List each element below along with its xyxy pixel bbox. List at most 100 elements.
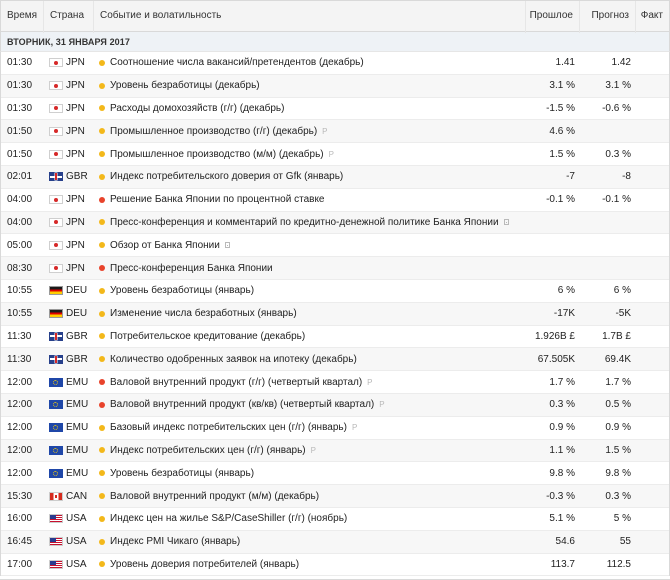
event-cell[interactable]: Промышленное производство (м/м) (декабрь… [95,149,527,160]
event-title[interactable]: Промышленное производство (м/м) (декабрь… [110,149,324,160]
event-cell[interactable]: Индекс цен на жилье S&P/CaseShiller (г/г… [95,513,527,524]
event-cell[interactable]: Уровень безработицы (декабрь) [95,80,527,91]
event-title[interactable]: Уровень безработицы (январь) [110,468,254,479]
event-title[interactable]: Индекс цен на жилье S&P/CaseShiller (г/г… [110,513,347,524]
event-country: GBR [45,331,95,342]
table-row[interactable]: 10:55 DEU Уровень безработицы (январь) 6 % 6… [1,280,669,303]
column-header-fact[interactable]: Факт [636,1,670,33]
event-cell[interactable]: Базовый индекс потребительских цен (г/г)… [95,422,527,433]
table-row[interactable]: 12:00 EMU Индекс потребительских цен (г/г)… [1,439,669,463]
event-title[interactable]: Обзор от Банка Японии [110,240,220,251]
event-title[interactable]: Промышленное производство (г/г) (декабрь… [110,126,317,137]
table-row[interactable]: 12:00 EMU Базовый индекс потребительских ц… [1,417,669,440]
preliminary-icon: P [367,377,373,387]
event-cell[interactable]: Валовой внутренний продукт (кв/кв) (четв… [95,399,527,410]
forecast-value: 0.3 % [605,490,631,502]
event-cell[interactable]: Индекс потребительского доверия от Gfk (… [95,171,527,182]
medium-volatility-dot-icon [99,105,105,112]
table-row[interactable]: 12:00 EMU Валовой внутренний продукт (кв/к… [1,393,669,417]
event-title[interactable]: Пресс-конференция Банка Японии [110,263,273,274]
table-row[interactable]: 05:00 JPN Обзор от Банка Японии [1,234,669,258]
event-title[interactable]: Расходы домохозяйств (г/г) (декабрь) [110,103,284,114]
table-row[interactable]: 17:00 USA Уровень доверия потребителей (ян… [1,554,669,577]
column-header-time[interactable]: Время [0,1,44,33]
table-row[interactable]: 01:30 JPN Уровень безработицы (декабрь) 3.1… [1,74,669,98]
column-header-previous[interactable]: Прошлое [526,1,580,33]
event-title[interactable]: Количество одобренных заявок на ипотеку … [110,354,357,365]
event-title[interactable]: Уровень доверия потребителей (январь) [110,559,299,570]
country-code: EMU [66,399,89,411]
table-row[interactable]: 12:00 EMU Валовой внутренний продукт (г/г)… [1,371,669,394]
event-title[interactable]: Валовой внутренний продукт (м/м) (декабр… [110,491,319,502]
table-row[interactable]: 01:30 JPN Соотношение числа вакансий/прете… [1,52,669,75]
previous-value: 1.7 % [549,376,575,388]
forecast-value: 1.42 [611,57,631,69]
table-row[interactable]: 02:01 GBR Индекс потребительского доверия … [1,165,669,189]
event-cell[interactable]: Валовой внутренний продукт (г/г) (четвер… [95,377,527,388]
event-title[interactable]: Индекс PMI Чикаго (январь) [110,536,240,547]
previous-value: 3.1 % [549,80,575,92]
previous-value: -1.5 % [546,102,575,114]
event-title[interactable]: Соотношение числа вакансий/претендентов … [110,57,364,68]
table-row[interactable]: 11:30 GBR Количество одобренных заявок на … [1,348,669,372]
event-title[interactable]: Индекс потребительских цен (г/г) (январь… [110,445,306,456]
table-row[interactable]: 01:50 JPN Промышленное производство (г/г) … [1,120,669,144]
event-cell[interactable]: Уровень доверия потребителей (январь) [95,559,527,570]
event-title[interactable]: Уровень безработицы (декабрь) [110,80,260,91]
table-row[interactable]: 16:45 USA Индекс PMI Чикаго (январь) 54.6 55 [1,530,669,554]
table-row[interactable]: 10:55 DEU Изменение числа безработных (янв… [1,302,669,326]
event-time: 11:30 [7,330,32,342]
previous-value: 1.5 % [549,148,575,160]
event-cell[interactable]: Обзор от Банка Японии [95,240,527,251]
table-row[interactable]: 04:00 JPN Решение Банка Японии по процентн… [1,189,669,212]
event-title[interactable]: Решение Банка Японии по процентной ставк… [110,194,325,205]
column-header-country[interactable]: Страна [44,1,94,33]
gbr-flag-icon [49,331,63,341]
column-header-forecast[interactable]: Прогноз [580,1,636,33]
event-title[interactable]: Базовый индекс потребительских цен (г/г)… [110,422,347,433]
event-cell[interactable]: Расходы домохозяйств (г/г) (декабрь) [95,103,527,114]
table-row[interactable]: 04:00 JPN Пресс-конференция и комментарий … [1,211,669,235]
event-country: DEU [45,285,95,296]
event-cell[interactable]: Решение Банка Японии по процентной ставк… [95,194,527,205]
table-row[interactable]: 16:00 USA Индекс цен на жилье S&P/CaseShil… [1,508,669,531]
table-row[interactable]: 15:30 CAN Валовой внутренний продукт (м/м)… [1,485,669,508]
event-country: GBR [45,354,95,365]
event-cell[interactable]: Уровень безработицы (январь) [95,285,527,296]
event-cell[interactable]: Пресс-конференция и комментарий по креди… [95,217,527,228]
event-title[interactable]: Пресс-конференция и комментарий по креди… [110,217,499,228]
forecast-value: -0.1 % [602,194,631,206]
event-title[interactable]: Индекс потребительского доверия от Gfk (… [110,171,343,182]
event-cell[interactable]: Соотношение числа вакансий/претендентов … [95,57,527,68]
table-row[interactable]: 01:50 JPN Промышленное производство (м/м) … [1,143,669,166]
table-row[interactable]: 11:30 GBR Потребительское кредитование (де… [1,326,669,349]
event-title[interactable]: Валовой внутренний продукт (кв/кв) (четв… [110,399,374,410]
event-cell[interactable]: Уровень безработицы (январь) [95,468,527,479]
event-title[interactable]: Валовой внутренний продукт (г/г) (четвер… [110,377,362,388]
country-code: GBR [66,330,88,342]
event-country: DEU [45,308,95,319]
emu-flag-icon [49,423,63,433]
event-cell[interactable]: Изменение числа безработных (январь) [95,308,527,319]
event-cell[interactable]: Индекс PMI Чикаго (январь) [95,536,527,547]
forecast-value: 6 % [613,285,631,297]
event-cell[interactable]: Индекс потребительских цен (г/г) (январь… [95,445,527,456]
medium-volatility-dot-icon [99,424,105,431]
jpn-flag-icon [49,240,63,250]
country-code: DEU [66,285,88,297]
event-cell[interactable]: Потребительское кредитование (декабрь) [95,331,527,342]
table-row[interactable]: 12:00 EMU Уровень безработицы (январь) 9.8 … [1,462,669,486]
event-cell[interactable]: Количество одобренных заявок на ипотеку … [95,354,527,365]
event-title[interactable]: Уровень безработицы (январь) [110,285,254,296]
event-title[interactable]: Изменение числа безработных (январь) [110,308,297,319]
forecast-value: 0.5 % [605,399,631,411]
event-cell[interactable]: Промышленное производство (г/г) (декабрь… [95,126,527,137]
table-row[interactable]: 08:30 JPN Пресс-конференция Банка Японии [1,257,669,280]
event-title[interactable]: Потребительское кредитование (декабрь) [110,331,305,342]
column-header-event[interactable]: Событие и волатильность [94,1,526,33]
medium-volatility-dot-icon [99,493,105,500]
event-cell[interactable]: Валовой внутренний продукт (м/м) (декабр… [95,491,527,502]
event-cell[interactable]: Пресс-конференция Банка Японии [95,263,527,274]
event-time: 10:55 [7,308,33,320]
table-row[interactable]: 01:30 JPN Расходы домохозяйств (г/г) (дека… [1,98,669,121]
